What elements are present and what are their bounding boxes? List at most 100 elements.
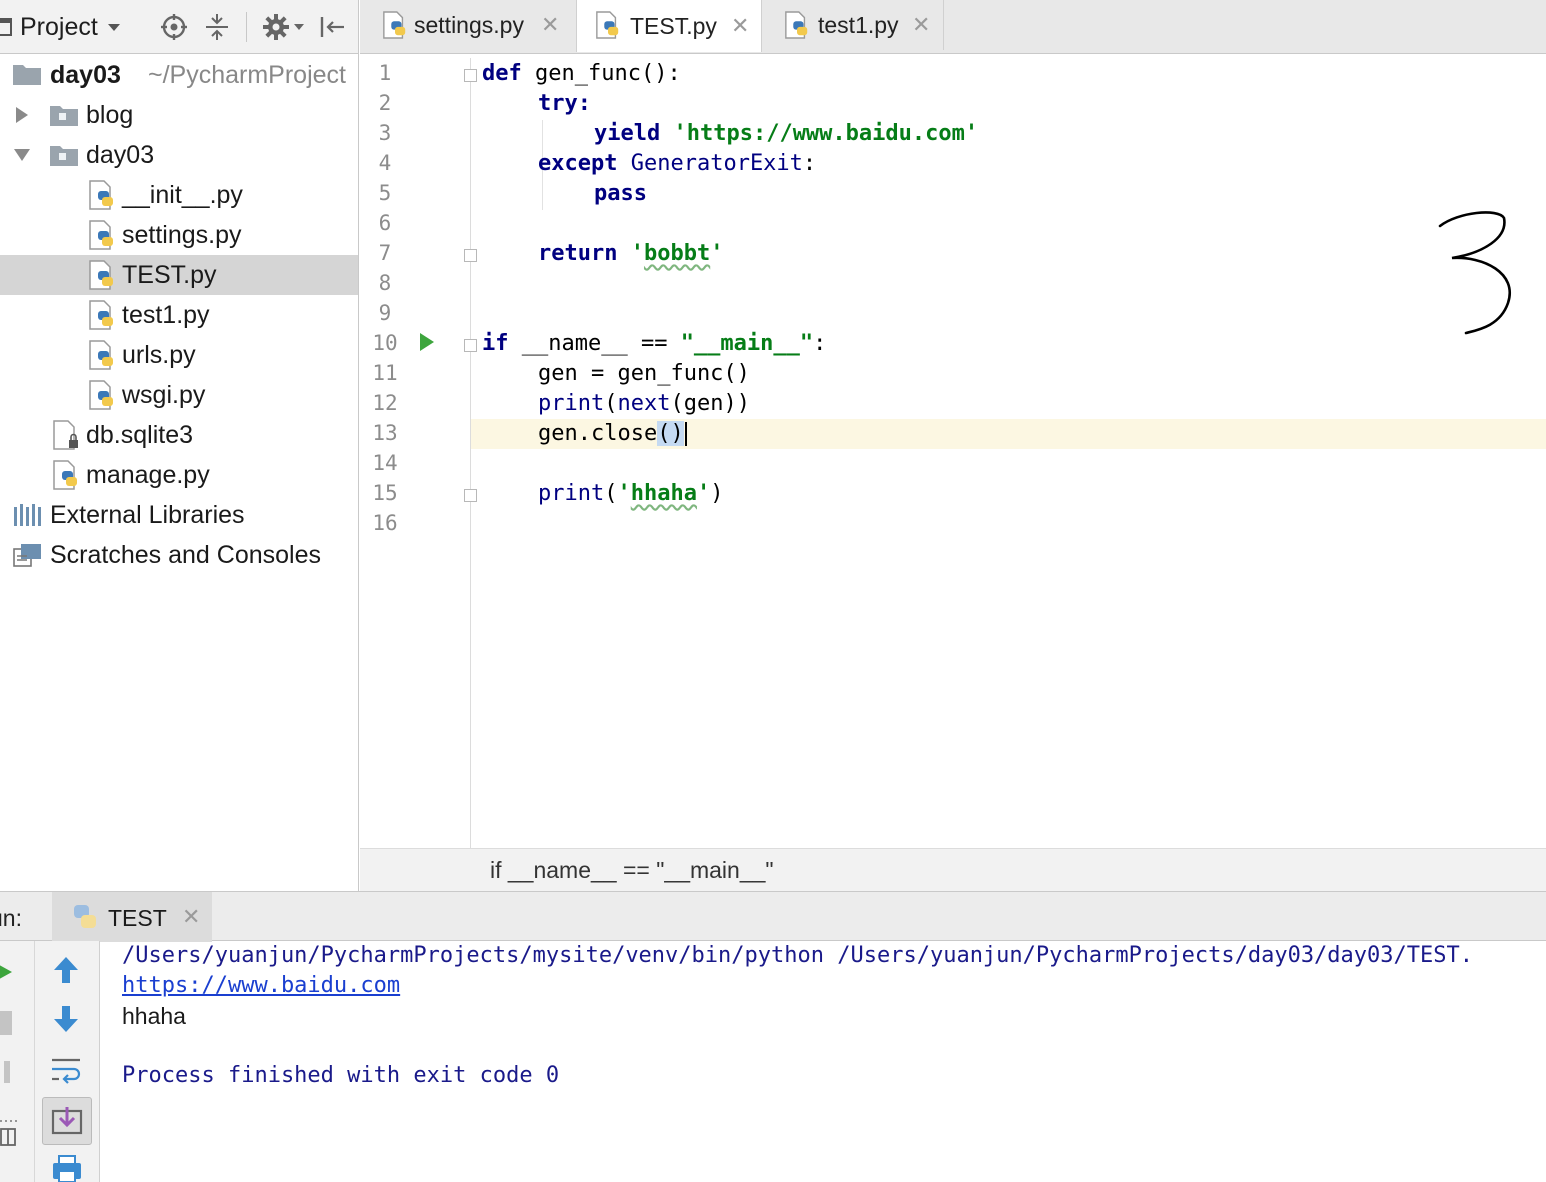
pause-icon[interactable] xyxy=(2,1061,12,1083)
collapse-all-button[interactable] xyxy=(203,0,231,54)
tree-item-urls-py[interactable]: urls.py xyxy=(0,335,358,375)
tree-item-settings-py[interactable]: settings.py xyxy=(0,215,358,255)
code-text: gen = gen_func() xyxy=(538,361,750,386)
code-line-7: return 'bobbt' xyxy=(538,239,723,269)
line-number: 7 xyxy=(378,241,392,265)
collapse-arrow-icon[interactable] xyxy=(14,149,30,161)
python-file-icon xyxy=(596,11,619,39)
line-number: 11 xyxy=(372,361,398,385)
folder-icon xyxy=(50,106,78,126)
matched-parens: () xyxy=(657,421,684,446)
line-number: 6 xyxy=(378,211,392,235)
console-command-line: /Users/yuanjun/PycharmProjects/mysite/ve… xyxy=(122,943,1474,968)
hide-panel-icon xyxy=(320,17,344,37)
stop-icon[interactable] xyxy=(0,1011,14,1035)
fold-marker-icon[interactable] xyxy=(464,249,477,262)
python-file-icon xyxy=(89,340,113,370)
project-window-icon xyxy=(0,18,12,36)
tree-item-wsgi-py[interactable]: wsgi.py xyxy=(0,375,358,415)
project-view-label: Project xyxy=(20,12,98,41)
expand-arrow-icon[interactable] xyxy=(16,107,28,123)
tree-item-day03[interactable]: day03 xyxy=(0,135,358,175)
keyword: try xyxy=(538,91,578,116)
tree-item-label: urls.py xyxy=(122,340,196,369)
tree-item-external-libraries[interactable]: External Libraries xyxy=(0,495,358,535)
keyword: except xyxy=(538,151,618,176)
breadcrumb[interactable]: if __name__ == "__main__" xyxy=(490,857,774,884)
soft-wrap-icon[interactable] xyxy=(50,1055,82,1085)
code-text: ( xyxy=(604,391,618,416)
collapse-all-icon xyxy=(206,14,228,40)
tree-item-label: wsgi.py xyxy=(122,380,206,409)
fold-marker-icon[interactable] xyxy=(464,69,477,82)
close-icon[interactable]: ✕ xyxy=(731,13,749,39)
print-icon[interactable] xyxy=(52,1155,82,1182)
tree-item-scratches[interactable]: Scratches and Consoles xyxy=(0,535,358,575)
tab-test-py[interactable]: TEST.py ✕ xyxy=(576,0,762,52)
code-line-15: print('hhaha') xyxy=(538,479,723,509)
tree-item-root[interactable]: day03 ~/PycharmProject xyxy=(0,55,358,95)
hide-panel-button[interactable] xyxy=(318,0,346,54)
python-file-icon xyxy=(89,380,113,410)
tree-item-test-py[interactable]: TEST.py xyxy=(0,255,358,295)
toolbar-divider xyxy=(246,12,247,42)
tree-item-blog[interactable]: blog xyxy=(0,95,358,135)
scroll-to-end-button[interactable] xyxy=(42,1097,92,1145)
locate-file-button[interactable] xyxy=(160,0,188,54)
fold-marker-icon[interactable] xyxy=(464,489,477,502)
code-editor[interactable]: 1 2 3 4 5 6 7 8 9 10 11 12 13 14 15 16 d… xyxy=(360,58,1546,848)
arrow-up-icon[interactable] xyxy=(52,955,80,985)
fold-marker-icon[interactable] xyxy=(464,339,477,352)
settings-button[interactable] xyxy=(262,0,304,54)
close-icon[interactable]: ✕ xyxy=(541,12,559,38)
tree-item-manage-py[interactable]: manage.py xyxy=(0,455,358,495)
code-line-13: gen.close() xyxy=(538,419,687,449)
tree-item-init-py[interactable]: __init__.py xyxy=(0,175,358,215)
string-quote: ' xyxy=(617,481,631,506)
code-line-5: pass xyxy=(594,179,647,209)
rerun-icon[interactable] xyxy=(0,961,14,983)
line-number: 1 xyxy=(378,61,392,85)
line-number: 14 xyxy=(372,451,398,475)
python-file-icon xyxy=(89,300,113,330)
tree-item-test1-py[interactable]: test1.py xyxy=(0,295,358,335)
arrow-down-icon[interactable] xyxy=(52,1004,80,1034)
close-icon[interactable]: ✕ xyxy=(912,12,930,38)
tab-settings-py[interactable]: settings.py ✕ xyxy=(378,0,576,50)
layout-icon[interactable] xyxy=(0,1119,18,1149)
folder-icon xyxy=(50,146,78,166)
folder-icon xyxy=(13,65,41,85)
code-line-3: yield 'https://www.baidu.com' xyxy=(594,119,978,149)
console-output[interactable]: /Users/yuanjun/PycharmProjects/mysite/ve… xyxy=(122,941,1546,1182)
line-number: 10 xyxy=(372,331,398,355)
python-file-icon xyxy=(383,11,406,39)
gear-icon xyxy=(263,14,289,40)
toolbar-divider xyxy=(34,941,35,1182)
tree-item-label: blog xyxy=(86,100,134,129)
tree-item-db-sqlite3[interactable]: db.sqlite3 xyxy=(0,415,358,455)
tree-item-label: Scratches and Consoles xyxy=(50,540,321,569)
keyword: pass xyxy=(594,181,647,206)
project-view-dropdown[interactable]: Project xyxy=(0,0,120,54)
editor-tab-bar: settings.py ✕ TEST.py ✕ test1.py ✕ xyxy=(360,0,1546,54)
line-number: 2 xyxy=(378,91,392,115)
tab-test1-py[interactable]: test1.py ✕ xyxy=(764,0,944,50)
class-name: GeneratorExit xyxy=(630,151,803,176)
keyword: if xyxy=(482,331,509,356)
console-link[interactable]: https://www.baidu.com xyxy=(122,973,400,998)
builtin: print xyxy=(538,391,605,416)
run-tab-test[interactable]: TEST ✕ xyxy=(52,892,212,942)
python-file-icon xyxy=(785,11,808,39)
string-quote: ' xyxy=(710,241,724,266)
scroll-to-end-icon xyxy=(51,1107,83,1135)
text-cursor xyxy=(684,422,687,446)
project-toolbar: Project xyxy=(0,0,358,54)
python-file-icon xyxy=(89,220,113,250)
string-literal: "__main__" xyxy=(680,331,814,356)
line-number: 4 xyxy=(378,151,392,175)
run-gutter-icon[interactable] xyxy=(419,332,435,352)
tab-label: TEST.py xyxy=(630,12,717,39)
console-exit-line: Process finished with exit code 0 xyxy=(122,1063,560,1088)
code-text: __name__ == xyxy=(508,331,681,356)
close-icon[interactable]: ✕ xyxy=(182,904,200,930)
